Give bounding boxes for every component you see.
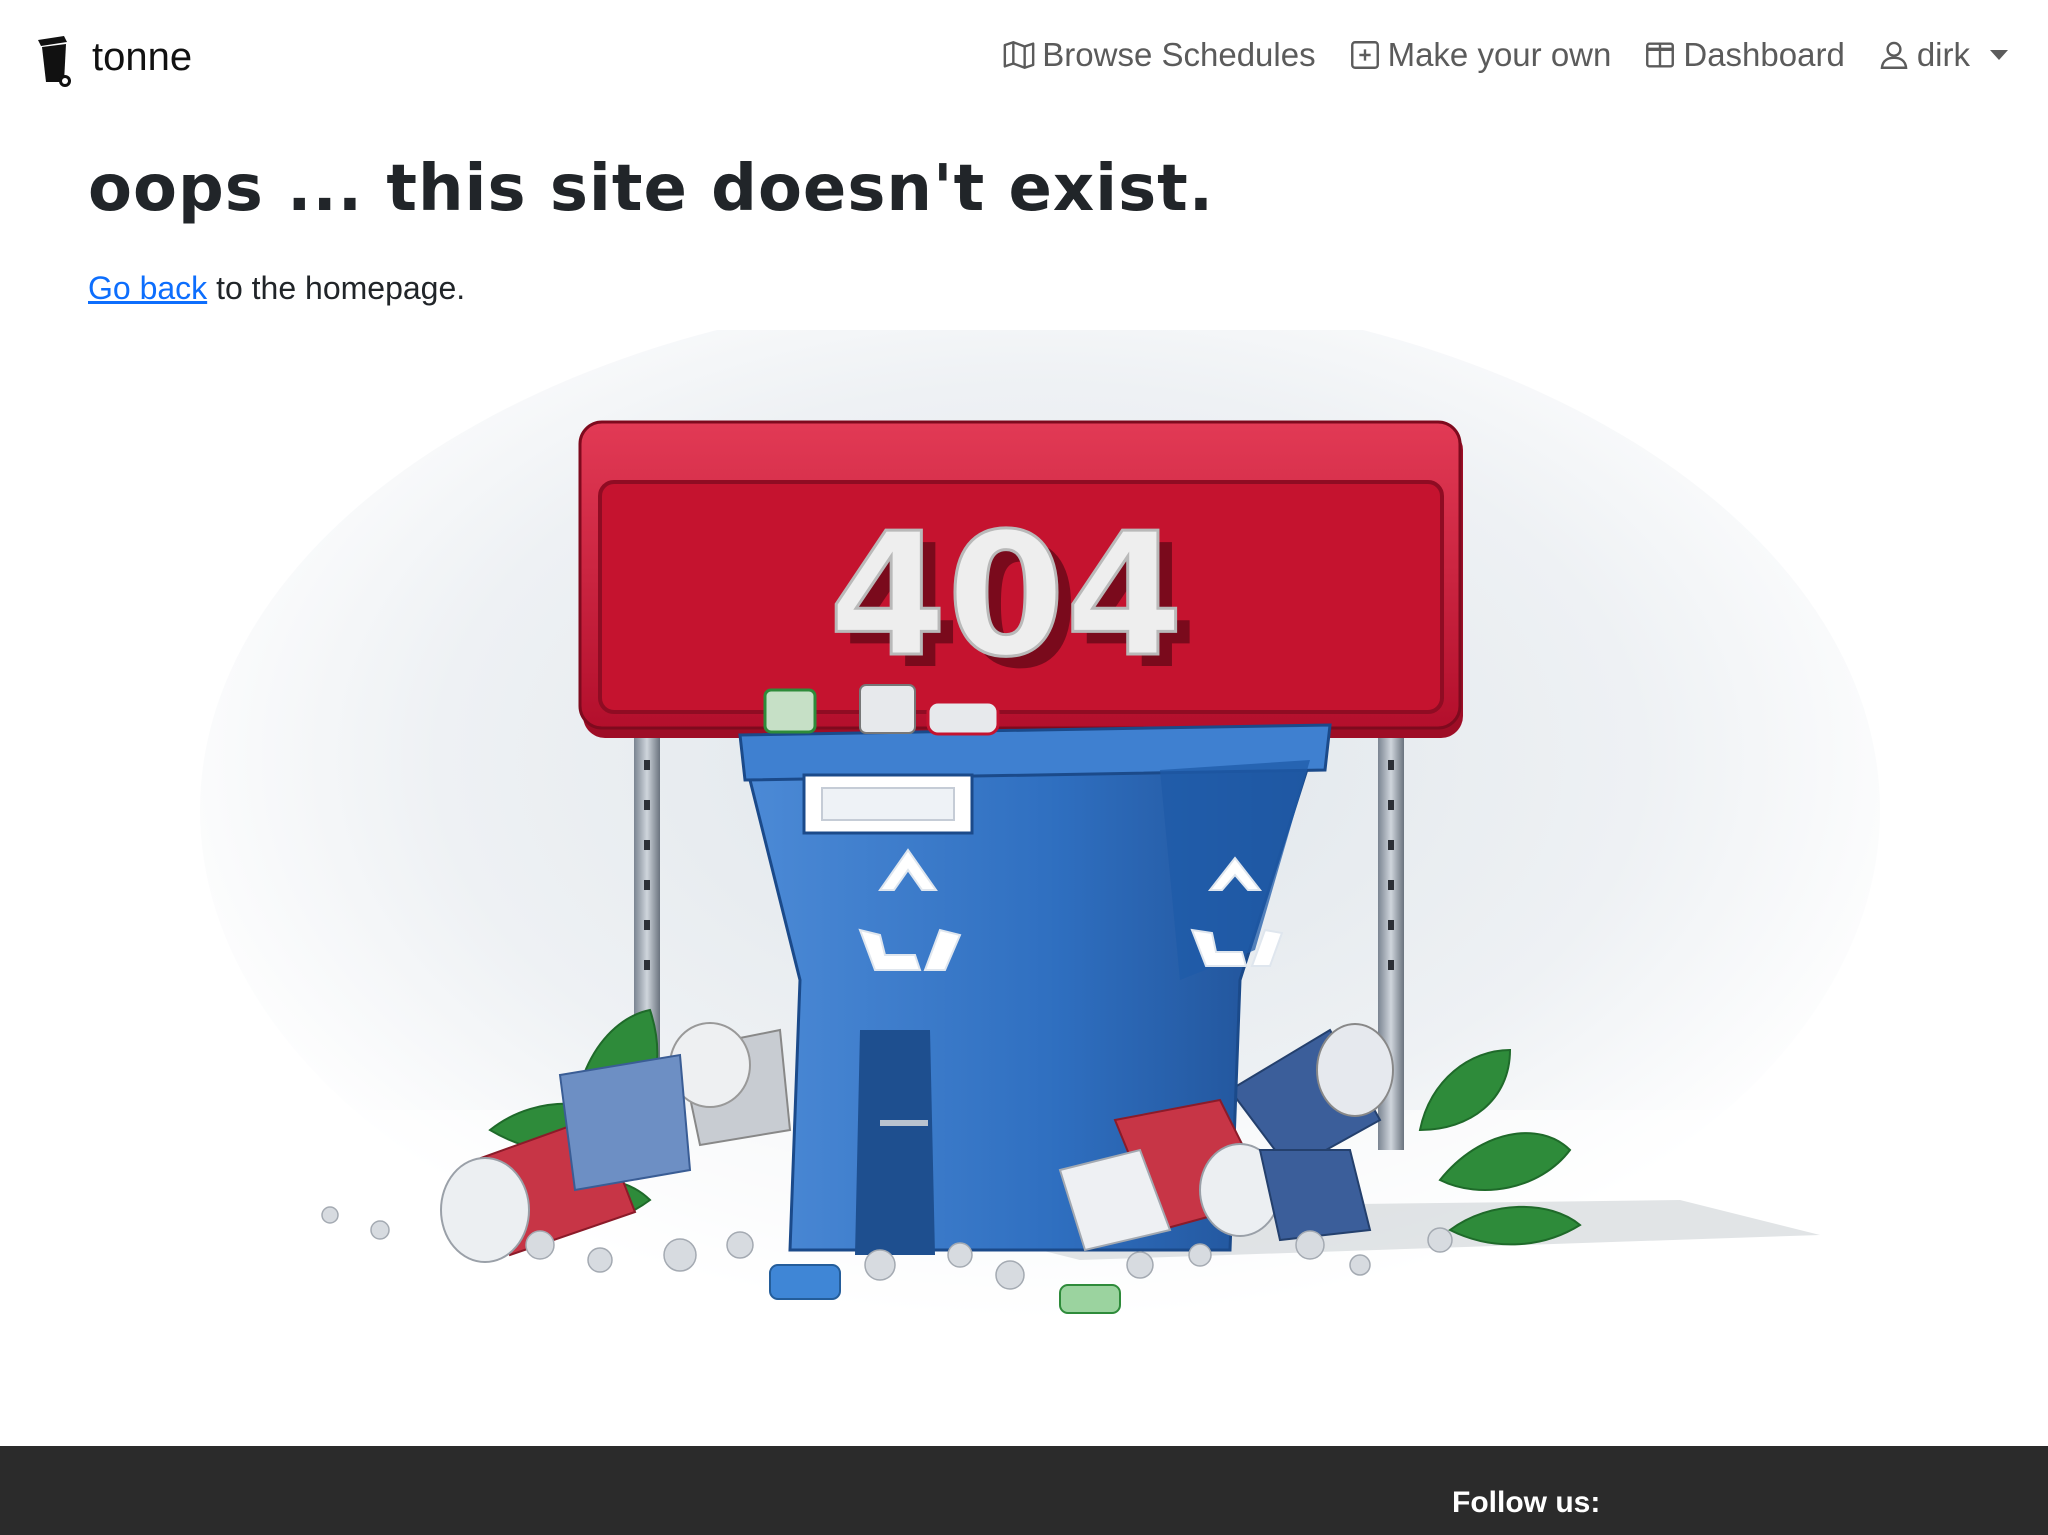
homepage-text: to the homepage. bbox=[207, 270, 466, 306]
recycling-bin-404-image: 404 404 bbox=[180, 330, 1900, 1360]
nav-browse-label: Browse Schedules bbox=[1042, 36, 1316, 73]
page-title: oops ... this site doesn't exist. bbox=[88, 152, 1215, 226]
map-icon bbox=[1003, 41, 1035, 69]
plus-square-icon bbox=[1350, 41, 1379, 69]
error-404-illustration: 404 404 bbox=[180, 330, 1900, 1360]
main-nav: Browse Schedules Make your own Dashboard… bbox=[970, 36, 2008, 74]
brand-name: tonne bbox=[92, 34, 193, 79]
brand-link[interactable]: tonne bbox=[34, 34, 192, 88]
footer-follow-heading: Follow us: bbox=[1452, 1486, 1601, 1519]
sign-404-text: 404 bbox=[829, 497, 1184, 695]
person-icon bbox=[1880, 41, 1908, 69]
nav-make-label: Make your own bbox=[1387, 36, 1612, 73]
nav-dashboard[interactable]: Dashboard bbox=[1643, 36, 1845, 74]
columns-icon bbox=[1646, 42, 1675, 68]
chevron-down-icon bbox=[1990, 50, 2008, 60]
nav-make-your-own[interactable]: Make your own bbox=[1348, 36, 1612, 74]
user-menu-toggle[interactable]: dirk bbox=[1877, 36, 2008, 74]
nav-dashboard-label: Dashboard bbox=[1683, 36, 1845, 73]
bin-icon bbox=[38, 36, 71, 87]
page-subtitle: Go back to the homepage. bbox=[88, 270, 465, 307]
user-name: dirk bbox=[1916, 36, 1970, 73]
go-back-link[interactable]: Go back bbox=[88, 270, 207, 306]
footer: Follow us: bbox=[0, 1446, 2048, 1535]
nav-browse-schedules[interactable]: Browse Schedules bbox=[1002, 36, 1316, 74]
navbar: tonne Browse Schedules Make your own Das… bbox=[0, 0, 2048, 120]
